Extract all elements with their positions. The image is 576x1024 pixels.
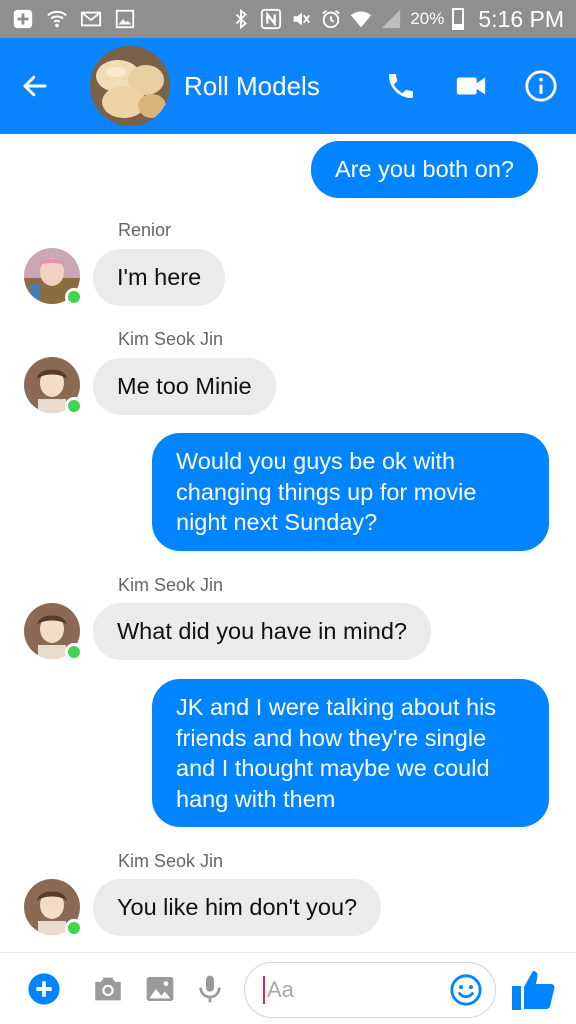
avatar[interactable] [24, 248, 83, 306]
message-bubble-incoming[interactable]: What did you have in mind? [93, 603, 431, 660]
gallery-icon [146, 977, 174, 1001]
alarm-icon [320, 8, 342, 30]
bluetooth-icon [230, 8, 252, 30]
plus-icon [28, 973, 60, 1005]
header-actions [366, 38, 576, 134]
clock: 5:16 PM [478, 5, 564, 32]
arrow-left-icon [23, 75, 47, 97]
avatar[interactable] [24, 357, 83, 415]
like-button[interactable] [508, 965, 558, 1015]
group-avatar[interactable] [90, 46, 170, 126]
emoji-icon [450, 974, 482, 1006]
sender-name: Kim Seok Jin [118, 851, 224, 871]
status-icons-left [12, 8, 136, 30]
message-bubble-incoming[interactable]: You like him don't you? [93, 879, 382, 936]
mute-icon [290, 8, 312, 30]
emoji-button[interactable] [449, 973, 483, 1007]
message-bubble-outgoing[interactable]: JK and I were talking about his friends … [152, 679, 549, 827]
online-indicator [65, 397, 83, 415]
mail-icon [80, 8, 102, 30]
message-input-container[interactable] [244, 962, 496, 1018]
back-button[interactable] [0, 38, 70, 134]
conversation-title[interactable]: Roll Models [184, 71, 320, 102]
gallery-button[interactable] [132, 953, 188, 1024]
online-indicator [65, 919, 83, 937]
voice-message-button[interactable] [182, 953, 238, 1024]
message-composer [0, 952, 576, 1024]
add-icon [12, 8, 34, 30]
online-indicator [65, 643, 83, 661]
sender-name: Kim Seok Jin [118, 575, 224, 595]
wifi-call-icon [46, 8, 68, 30]
signal-icon [380, 8, 402, 30]
sender-name: Kim Seok Jin [118, 329, 224, 349]
message-bubble-outgoing[interactable]: Would you guys be ok with changing thing… [152, 433, 549, 551]
info-button[interactable] [506, 38, 576, 134]
avatar[interactable] [24, 879, 83, 937]
text-caret [263, 976, 265, 1004]
camera-icon [95, 977, 121, 1001]
image-icon [114, 8, 136, 30]
wifi-icon [350, 8, 372, 30]
camera-button[interactable] [80, 953, 136, 1024]
sender-name: Renior [118, 220, 172, 240]
info-icon [525, 70, 557, 102]
battery-percent: 20% [410, 9, 445, 28]
phone-icon [389, 74, 413, 98]
message-bubble-incoming[interactable]: Me too Minie [93, 358, 276, 415]
thumbs-up-icon [512, 971, 555, 1010]
message-bubble-outgoing[interactable]: Are you both on? [311, 141, 538, 198]
online-indicator [65, 288, 83, 306]
mic-icon [199, 975, 221, 1003]
status-icons-right: 20% 5:16 PM [230, 6, 564, 33]
video-call-button[interactable] [436, 38, 506, 134]
message-bubble-incoming[interactable]: I'm here [93, 249, 226, 306]
conversation-header: Roll Models [0, 38, 576, 134]
video-icon [456, 77, 486, 95]
status-bar: 20% 5:16 PM [0, 0, 576, 38]
more-actions-button[interactable] [16, 953, 72, 1024]
message-input[interactable] [267, 977, 437, 1003]
avatar[interactable] [24, 603, 83, 661]
bread-rolls-image [90, 46, 170, 126]
voice-call-button[interactable] [366, 38, 436, 134]
nfc-icon [260, 8, 282, 30]
battery-icon [452, 8, 465, 30]
message-list[interactable]: Are you both on? Renior I'm here Kim Seo… [0, 134, 576, 952]
